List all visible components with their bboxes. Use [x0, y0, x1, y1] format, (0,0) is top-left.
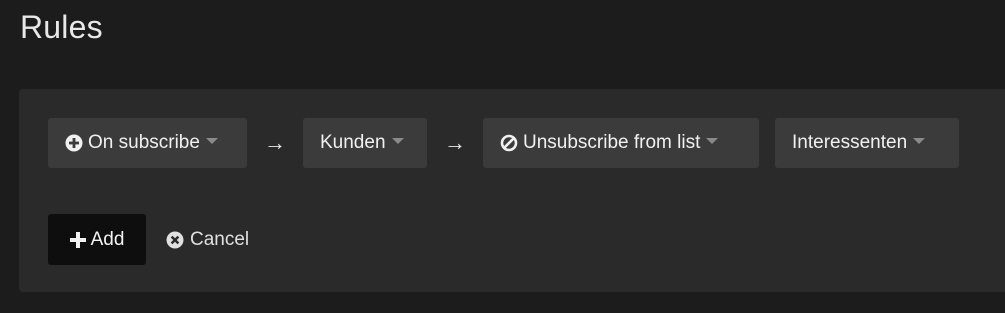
ban-icon	[500, 134, 518, 152]
action-dropdown[interactable]: Unsubscribe from list	[483, 118, 759, 168]
right-arrow-icon: →	[264, 130, 286, 155]
chevron-down-icon	[913, 138, 926, 144]
target-list-dropdown[interactable]: Interessenten	[775, 118, 959, 168]
form-actions: Add Cancel	[48, 214, 249, 265]
cancel-button[interactable]: Cancel	[166, 229, 249, 251]
list-dropdown-label: Kunden	[320, 132, 386, 153]
chevron-down-icon	[205, 138, 218, 144]
action-dropdown-label: Unsubscribe from list	[523, 132, 701, 153]
right-arrow-icon: →	[444, 130, 466, 155]
list-dropdown[interactable]: Kunden	[303, 118, 427, 168]
target-list-dropdown-label: Interessenten	[792, 132, 908, 153]
plus-circle-icon	[65, 134, 83, 152]
add-button[interactable]: Add	[48, 214, 146, 265]
trigger-dropdown-label: On subscribe	[88, 132, 200, 153]
plus-icon	[69, 231, 86, 248]
chevron-down-icon	[706, 138, 719, 144]
trigger-dropdown[interactable]: On subscribe	[48, 118, 247, 168]
add-button-label: Add	[90, 228, 125, 250]
cancel-button-label: Cancel	[190, 228, 250, 250]
rule-row: On subscribe → Kunden → Unsubscribe from…	[48, 118, 959, 168]
chevron-down-icon	[391, 138, 404, 144]
page-title: Rules	[20, 9, 103, 45]
rule-editor-panel: On subscribe → Kunden → Unsubscribe from…	[19, 89, 1005, 292]
times-circle-icon	[166, 231, 184, 249]
